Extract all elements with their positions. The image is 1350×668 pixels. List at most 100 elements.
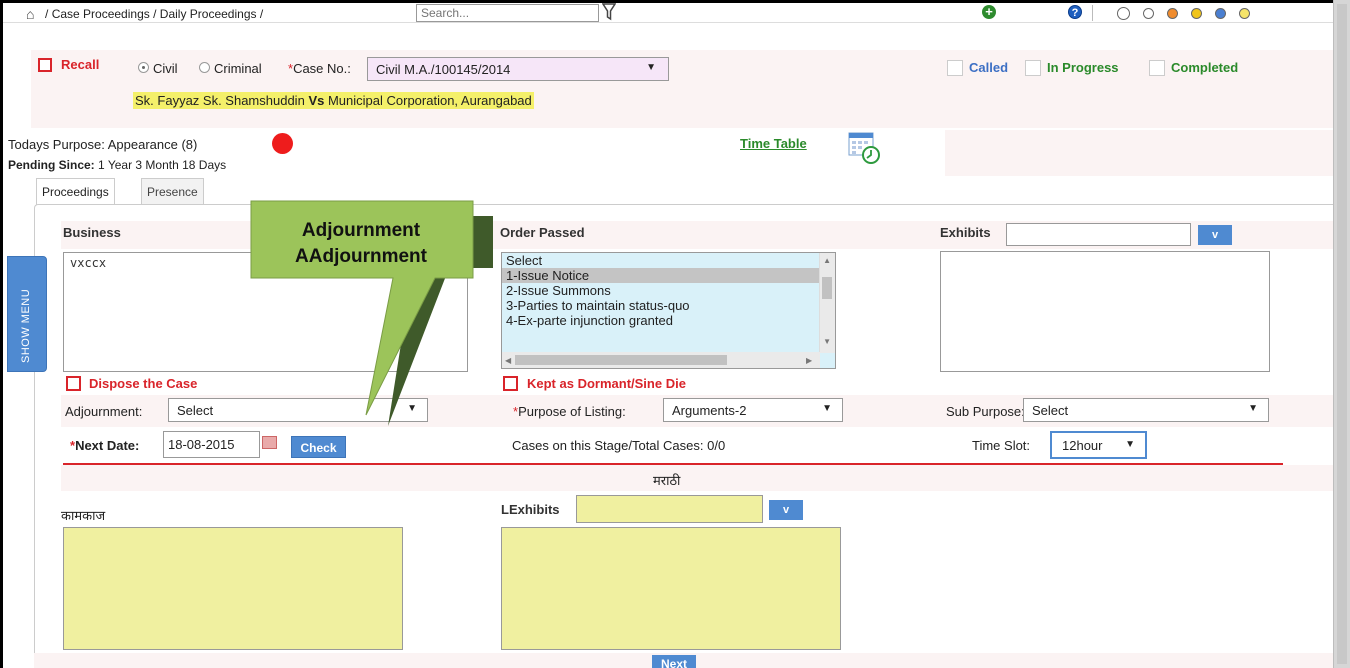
exhibits-textarea[interactable] (940, 251, 1270, 372)
marathi-heading-band (61, 465, 1337, 491)
time-slot-label: Time Slot: (972, 438, 1031, 453)
order-option[interactable]: 4-Ex-parte injunction granted (502, 313, 835, 328)
order-option[interactable]: 3-Parties to maintain status-quo (502, 298, 835, 313)
dispose-case-label: Dispose the Case (89, 376, 198, 391)
cases-stage-value: 0/0 (707, 438, 726, 453)
theme-dot-orange[interactable] (1167, 8, 1178, 19)
show-menu-button[interactable]: SHOW MENU (7, 256, 47, 372)
pending-since: Pending Since: 1 Year 3 Month 18 Days (8, 158, 226, 172)
lexhibits-input[interactable] (576, 495, 763, 523)
chevron-down-icon: ▼ (1248, 403, 1258, 414)
kamkaj-label: कामकाज (61, 508, 106, 523)
next-date-label: *Next Date: (70, 438, 139, 453)
filter-icon[interactable] (601, 3, 617, 24)
todays-purpose-label: Todays Purpose: (8, 137, 105, 152)
toolbar-divider (1092, 5, 1093, 21)
callout-line-1: Adjournment (301, 220, 421, 241)
next-button[interactable]: Next (652, 655, 696, 668)
theme-dot-white-large[interactable] (1117, 7, 1130, 20)
scroll-up-icon[interactable]: ▲ (823, 256, 831, 265)
party-1: Sk. Fayyaz Sk. Shamshuddin (135, 93, 305, 108)
sub-purpose-value: Select (1032, 403, 1069, 418)
in-progress-label: In Progress (1047, 60, 1119, 75)
called-label: Called (969, 60, 1009, 75)
order-passed-listbox[interactable]: Select 1-Issue Notice 2-Issue Summons 3-… (501, 252, 836, 369)
scroll-right-icon[interactable]: ▶ (806, 356, 812, 365)
theme-dot-white[interactable] (1143, 8, 1154, 19)
purpose-listing-label-text: Purpose of Listing: (518, 404, 626, 419)
theme-dot-light-yellow[interactable] (1239, 8, 1250, 19)
listbox-vertical-thumb[interactable] (822, 277, 832, 299)
lexhibits-textarea[interactable] (501, 527, 841, 650)
kamkaj-textarea[interactable] (63, 527, 403, 650)
chevron-down-icon: ▼ (646, 62, 656, 73)
adjournment-value: Select (177, 403, 214, 418)
tab-presence[interactable]: Presence (141, 178, 204, 205)
main-area: ⌂ / Case Proceedings / Daily Proceedings… (3, 3, 1337, 668)
purpose-listing-select[interactable]: Arguments-2 ▼ (663, 398, 843, 422)
help-icon[interactable]: ? (1068, 5, 1082, 19)
civil-label: Civil (153, 61, 178, 76)
sub-purpose-select[interactable]: Select ▼ (1023, 398, 1269, 422)
exhibits-dropdown-button[interactable]: v (1198, 225, 1232, 245)
scroll-left-icon[interactable]: ◀ (505, 356, 511, 365)
callout-line-2: AAdjournment (295, 246, 427, 267)
status-red-dot-icon (272, 133, 293, 154)
lexhibits-label: LExhibits (501, 502, 560, 517)
criminal-radio[interactable] (199, 62, 210, 73)
purpose-listing-value: Arguments-2 (672, 403, 747, 418)
callout-text: Adjournment AAdjournment (251, 218, 471, 270)
criminal-label: Criminal (214, 61, 262, 76)
add-icon[interactable]: + (982, 5, 996, 19)
tab-proceedings[interactable]: Proceedings (36, 178, 115, 206)
pending-since-value: 1 Year 3 Month 18 Days (98, 158, 227, 172)
cases-stage-label-text: Cases on this Stage/Total Cases: (512, 438, 704, 453)
civil-radio[interactable] (138, 62, 149, 73)
case-no-value: Civil M.A./100145/2014 (376, 62, 511, 77)
exhibits-input[interactable] (1006, 223, 1191, 246)
case-no-select[interactable]: Civil M.A./100145/2014 ▼ (367, 57, 669, 81)
called-checkbox[interactable] (947, 60, 963, 76)
party-2: Municipal Corporation, Aurangabad (327, 93, 532, 108)
todays-purpose-value: Appearance (8) (107, 137, 198, 152)
pending-since-label: Pending Since: (8, 158, 95, 172)
calendar-clock-icon[interactable] (847, 131, 881, 168)
order-option[interactable]: 2-Issue Summons (502, 283, 835, 298)
chevron-down-icon: ▼ (822, 403, 832, 414)
recall-label: Recall (61, 57, 100, 72)
info-right-panel (945, 130, 1337, 176)
adjournment-select[interactable]: Select ▼ (168, 398, 428, 422)
search-input[interactable] (416, 4, 599, 22)
page-scrollbar[interactable] (1333, 0, 1350, 668)
case-no-label-text: Case No.: (293, 61, 351, 76)
completed-checkbox[interactable] (1149, 60, 1165, 76)
home-icon[interactable]: ⌂ (26, 6, 34, 22)
cases-stage-label: Cases on this Stage/Total Cases: 0/0 (512, 438, 725, 453)
theme-dot-yellow[interactable] (1191, 8, 1202, 19)
in-progress-checkbox[interactable] (1025, 60, 1041, 76)
completed-label: Completed (1171, 60, 1239, 75)
dispose-case-checkbox[interactable] (66, 376, 81, 391)
order-option[interactable]: Select (502, 253, 835, 268)
time-table-link[interactable]: Time Table (740, 136, 807, 151)
show-menu-label: SHOW MENU (20, 288, 32, 363)
breadcrumb-separator: / (259, 7, 264, 21)
business-textarea[interactable]: vxccx (63, 252, 468, 372)
recall-checkbox[interactable] (38, 58, 52, 72)
calendar-icon[interactable] (262, 436, 277, 449)
scroll-down-icon[interactable]: ▼ (823, 337, 831, 346)
check-button[interactable]: Check (291, 436, 346, 458)
theme-dot-blue[interactable] (1215, 8, 1226, 19)
breadcrumb-case-proceedings[interactable]: Case Proceedings (52, 7, 150, 21)
case-no-label: *Case No.: (288, 61, 351, 76)
listbox-horizontal-thumb[interactable] (515, 355, 727, 365)
breadcrumb-daily-proceedings[interactable]: Daily Proceedings (160, 7, 257, 21)
page-scrollbar-thumb[interactable] (1337, 4, 1347, 664)
dormant-checkbox[interactable] (503, 376, 518, 391)
breadcrumb-separator: / (45, 7, 49, 21)
case-parties: Sk. Fayyaz Sk. Shamshuddin Vs Municipal … (133, 92, 534, 109)
next-date-input[interactable]: 18-08-2015 (163, 431, 260, 458)
lexhibits-dropdown-button[interactable]: v (769, 500, 803, 520)
order-option-selected[interactable]: 1-Issue Notice (502, 268, 835, 283)
time-slot-select[interactable]: 12hour ▼ (1050, 431, 1147, 459)
